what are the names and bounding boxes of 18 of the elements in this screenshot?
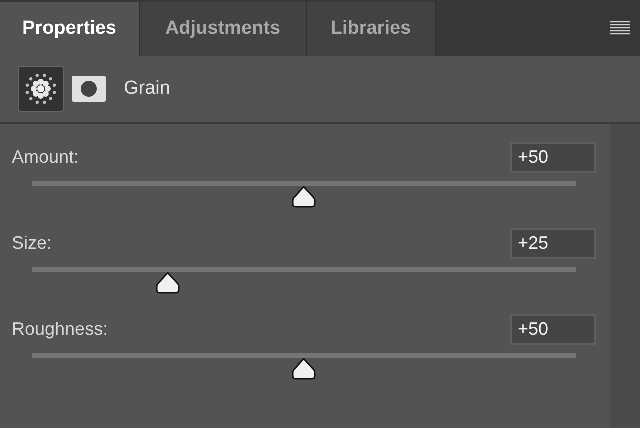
value-field[interactable]: +50 bbox=[510, 142, 596, 173]
grain-icon bbox=[24, 72, 58, 106]
panel-tab[interactable]: Properties bbox=[0, 0, 140, 56]
adjustment-icon-button[interactable] bbox=[18, 66, 64, 112]
slider-thumb[interactable] bbox=[292, 358, 316, 380]
slider-thumb[interactable] bbox=[156, 272, 180, 294]
slider-label: Roughness: bbox=[12, 319, 108, 340]
value-field[interactable]: +50 bbox=[510, 314, 596, 345]
panel-tab[interactable]: Adjustments bbox=[140, 0, 307, 56]
value-field[interactable]: +25 bbox=[510, 228, 596, 259]
adjustment-title: Grain bbox=[124, 78, 170, 100]
slider-thumb[interactable] bbox=[292, 186, 316, 208]
panel-tab[interactable]: Libraries bbox=[307, 0, 436, 56]
menu-icon[interactable] bbox=[610, 21, 630, 35]
slider-label: Size: bbox=[12, 233, 52, 254]
slider-label: Amount: bbox=[12, 147, 80, 168]
scrollbar[interactable] bbox=[610, 124, 640, 428]
mask-icon[interactable] bbox=[72, 76, 106, 102]
